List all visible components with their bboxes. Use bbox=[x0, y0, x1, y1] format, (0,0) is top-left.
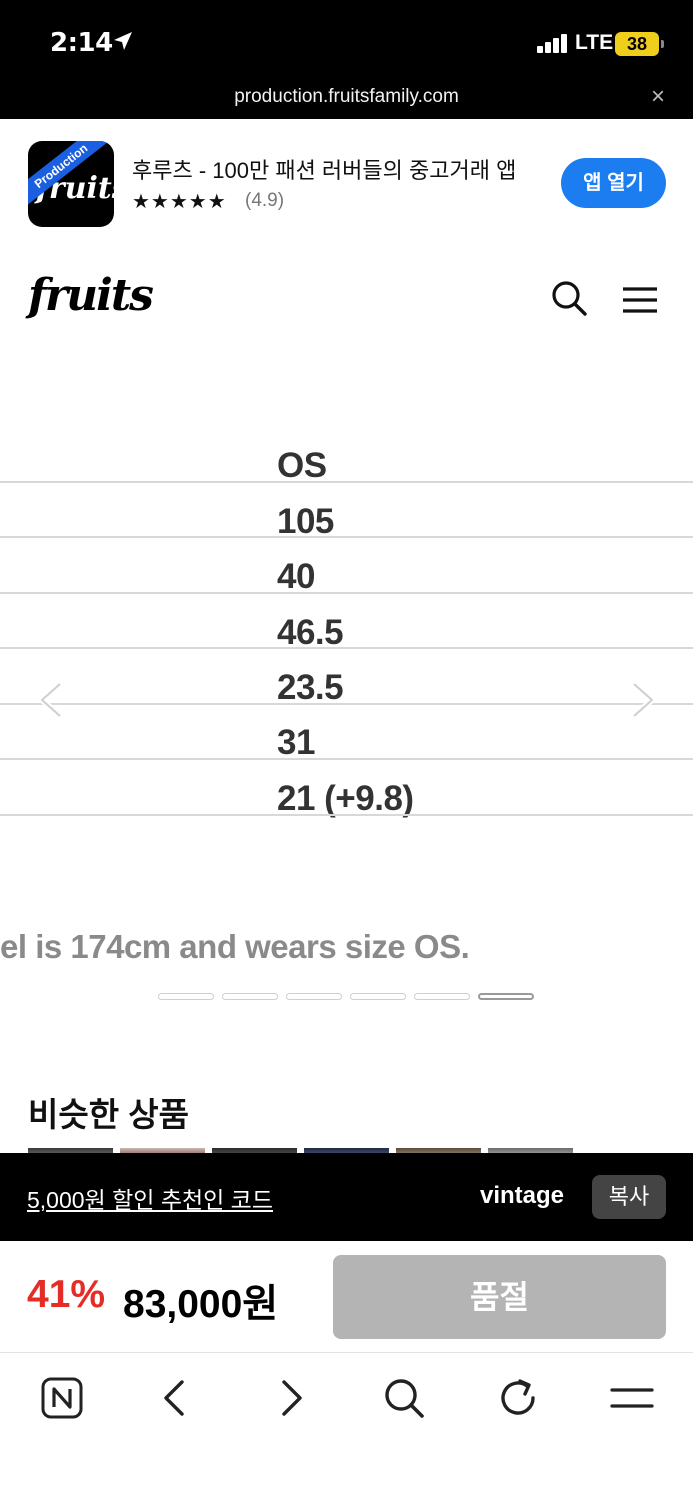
app-rating: (4.9) bbox=[245, 190, 285, 211]
copy-button[interactable]: 복사 bbox=[592, 1175, 666, 1219]
back-icon[interactable] bbox=[154, 1376, 198, 1420]
size-row: 23.5 bbox=[0, 648, 693, 707]
rating-stars-icon: ★★★★★ bbox=[132, 191, 227, 213]
signal-icon bbox=[537, 33, 569, 53]
price: 83,000원 bbox=[123, 1283, 279, 1326]
menu-icon[interactable] bbox=[622, 286, 658, 314]
refresh-icon[interactable] bbox=[496, 1376, 540, 1420]
size-row: 21 (+9.8) bbox=[0, 759, 693, 818]
carousel-pagination bbox=[158, 993, 538, 1001]
pagination-dot[interactable] bbox=[286, 993, 342, 1000]
size-row: 105 bbox=[0, 482, 693, 541]
site-header: fruits bbox=[0, 244, 693, 354]
size-value: 21 (+9.8) bbox=[277, 779, 414, 818]
naver-home-icon[interactable] bbox=[40, 1376, 84, 1420]
size-value: 31 bbox=[277, 723, 315, 762]
size-value: 23.5 bbox=[277, 668, 344, 707]
size-row: 40 bbox=[0, 537, 693, 596]
referral-link[interactable]: 5,000원 할인 추천인 코드 bbox=[27, 1181, 273, 1215]
referral-code: vintage bbox=[480, 1182, 565, 1209]
image-carousel-slide[interactable]: OS 105 40 46.5 23.5 31 21 (+9.8) bbox=[0, 410, 693, 830]
similar-products-title: 비슷한 상품 bbox=[28, 1096, 189, 1133]
price-bar: 41% 83,000원 품절 bbox=[0, 1241, 693, 1353]
app-title: 후루츠 - 100만 패션 러버들의 중고거래 앱 bbox=[132, 158, 517, 183]
discount-rate: 41% bbox=[27, 1273, 106, 1316]
app-install-banner: fruits Production 후루츠 - 100만 패션 러버들의 중고거… bbox=[0, 119, 693, 244]
search-icon[interactable] bbox=[551, 280, 587, 316]
referral-bar: 5,000원 할인 추천인 코드 vintage 복사 bbox=[0, 1153, 693, 1241]
pagination-dot[interactable] bbox=[414, 993, 470, 1000]
size-value: 40 bbox=[277, 557, 315, 596]
size-row: 31 bbox=[0, 703, 693, 762]
pagination-dot[interactable] bbox=[158, 993, 214, 1000]
network-label: LTE bbox=[575, 31, 614, 54]
search-icon[interactable] bbox=[382, 1376, 426, 1420]
carousel-prev-icon[interactable] bbox=[36, 680, 66, 720]
carousel-next-icon[interactable] bbox=[628, 680, 658, 720]
status-bar: 2:14 LTE 38 bbox=[0, 0, 693, 75]
table-divider bbox=[0, 814, 693, 816]
status-time: 2:14 bbox=[50, 28, 113, 58]
battery-icon: 38 bbox=[615, 32, 664, 56]
size-row: OS bbox=[0, 426, 693, 485]
pagination-dot-active[interactable] bbox=[478, 993, 534, 1000]
site-logo[interactable]: fruits bbox=[28, 270, 154, 321]
open-app-button[interactable]: 앱 열기 bbox=[561, 158, 666, 208]
size-row: 46.5 bbox=[0, 593, 693, 652]
slide-caption: el is 174cm and wears size OS. bbox=[0, 928, 470, 965]
location-arrow-icon bbox=[114, 32, 132, 50]
menu-icon[interactable] bbox=[610, 1376, 654, 1420]
url-text[interactable]: production.fruitsfamily.com bbox=[0, 86, 693, 108]
size-value: OS bbox=[277, 446, 327, 485]
pagination-dot[interactable] bbox=[350, 993, 406, 1000]
close-icon[interactable]: × bbox=[651, 83, 665, 111]
sold-out-button[interactable]: 품절 bbox=[333, 1255, 666, 1339]
pagination-dot[interactable] bbox=[222, 993, 278, 1000]
url-bar[interactable]: production.fruitsfamily.com × bbox=[0, 75, 693, 119]
forward-icon[interactable] bbox=[268, 1376, 312, 1420]
browser-toolbar bbox=[0, 1354, 693, 1500]
app-icon: fruits Production bbox=[28, 141, 114, 227]
